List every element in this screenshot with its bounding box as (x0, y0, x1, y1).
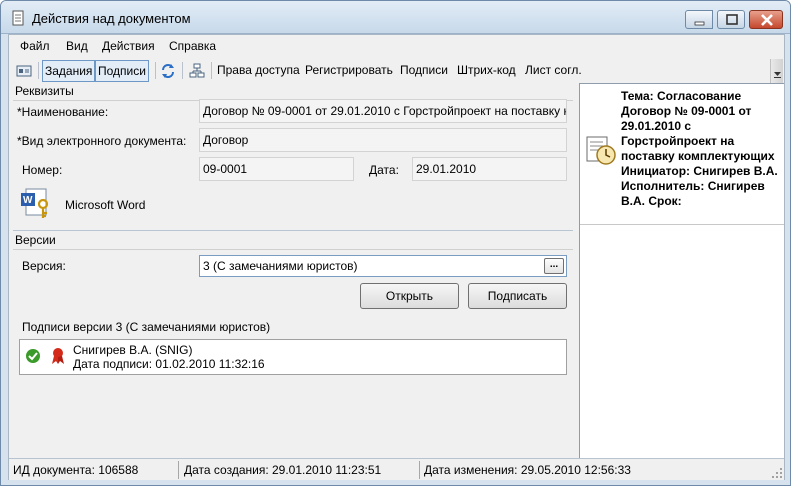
doctype-field[interactable]: Договор (199, 128, 567, 152)
requisites-section-title: Реквизиты (15, 84, 74, 98)
card-icon[interactable] (16, 63, 32, 79)
barcode-button[interactable]: Штрих-код (455, 60, 518, 82)
number-label: Номер: (22, 163, 63, 177)
close-icon (761, 14, 773, 26)
signatures-button[interactable]: Подписи (398, 60, 450, 82)
seal-icon (52, 348, 64, 364)
status-bar: ИД документа: 106588 Дата создания: 29.0… (9, 458, 784, 480)
version-browse-button[interactable]: ... (544, 258, 564, 274)
task-description: Тема: Согласование Договор № 09-0001 от … (621, 89, 778, 208)
task-clock-icon (586, 136, 616, 165)
minimize-button[interactable] (685, 10, 713, 29)
close-button[interactable] (749, 10, 783, 29)
tasks-toggle[interactable]: Задания (42, 60, 96, 82)
toolbar-separator (182, 62, 183, 79)
version-select[interactable]: 3 (С замечаниями юристов) (199, 255, 567, 277)
status-created: Дата создания: 29.01.2010 11:23:51 (184, 463, 382, 477)
toolbar-separator (155, 62, 156, 79)
signatures-list: Снигирев В.А. (SNIG) Дата подписи: 01.02… (19, 339, 567, 375)
document-details-pane: Реквизиты *Наименование: Договор № 09-00… (9, 83, 577, 458)
date-field[interactable]: 29.01.2010 (412, 157, 567, 181)
status-separator (178, 461, 179, 479)
name-field[interactable]: Договор № 09-0001 от 29.01.2010 с Горстр… (199, 99, 567, 123)
menu-bar: Файл Вид Действия Справка (9, 35, 784, 57)
toolbar-scroll-button[interactable] (770, 59, 783, 83)
status-doc-id: ИД документа: 106588 (13, 463, 139, 477)
open-button[interactable]: Открыть (360, 283, 459, 309)
toolbar-separator (38, 62, 39, 79)
signatures-title: Подписи версии 3 (С замечаниями юристов) (22, 320, 271, 334)
list-item[interactable]: Снигирев В.А. (SNIG) Дата подписи: 01.02… (20, 340, 566, 374)
svg-text:W: W (23, 195, 33, 206)
signatures-toggle[interactable]: Подписи (95, 60, 149, 82)
section-divider (13, 249, 573, 250)
status-modified: Дата изменения: 29.05.2010 12:56:33 (424, 463, 631, 477)
section-divider (13, 230, 573, 231)
maximize-button[interactable] (717, 10, 745, 29)
access-rights-button[interactable]: Права доступа (215, 60, 302, 82)
check-icon (26, 349, 40, 363)
document-icon (12, 10, 24, 26)
document-actions-window: Действия над документом Файл Вид Действи… (0, 0, 791, 486)
resize-grip-icon[interactable] (771, 467, 783, 479)
refresh-icon[interactable] (160, 63, 176, 79)
date-label: Дата: (369, 163, 399, 177)
word-file-icon[interactable]: W (20, 187, 54, 221)
doctype-label: *Вид электронного документа: (17, 134, 187, 148)
signature-date: Дата подписи: 01.02.2010 11:32:16 (73, 357, 265, 371)
task-panel: Тема: Согласование Договор № 09-0001 от … (579, 83, 784, 458)
versions-section-title: Версии (15, 233, 56, 247)
version-label: Версия: (22, 259, 66, 273)
number-field[interactable]: 09-0001 (199, 157, 354, 181)
file-type-label: Microsoft Word (65, 198, 146, 212)
task-card[interactable]: Тема: Согласование Договор № 09-0001 от … (580, 84, 784, 225)
menu-help[interactable]: Справка (169, 39, 216, 53)
name-label: *Наименование: (17, 105, 109, 119)
minimize-icon (694, 21, 705, 26)
window-title: Действия над документом (32, 11, 191, 26)
menu-file[interactable]: Файл (20, 39, 50, 53)
title-bar[interactable]: Действия над документом (1, 1, 790, 34)
toolbar-separator (211, 62, 212, 79)
sign-button[interactable]: Подписать (468, 283, 567, 309)
status-separator (419, 461, 420, 479)
maximize-icon (726, 14, 738, 25)
menu-view[interactable]: Вид (66, 39, 88, 53)
register-button[interactable]: Регистрировать (303, 60, 395, 82)
client-area: Файл Вид Действия Справка Задания Подпис… (8, 34, 785, 480)
hierarchy-icon[interactable] (189, 63, 205, 79)
menu-actions[interactable]: Действия (102, 39, 155, 53)
approval-sheet-button[interactable]: Лист согл. (523, 60, 584, 82)
toolbar: Задания Подписи Права доступа Регистриро… (9, 59, 784, 83)
chevron-down-icon (774, 72, 781, 78)
signer-name: Снигирев В.А. (SNIG) (73, 343, 193, 357)
